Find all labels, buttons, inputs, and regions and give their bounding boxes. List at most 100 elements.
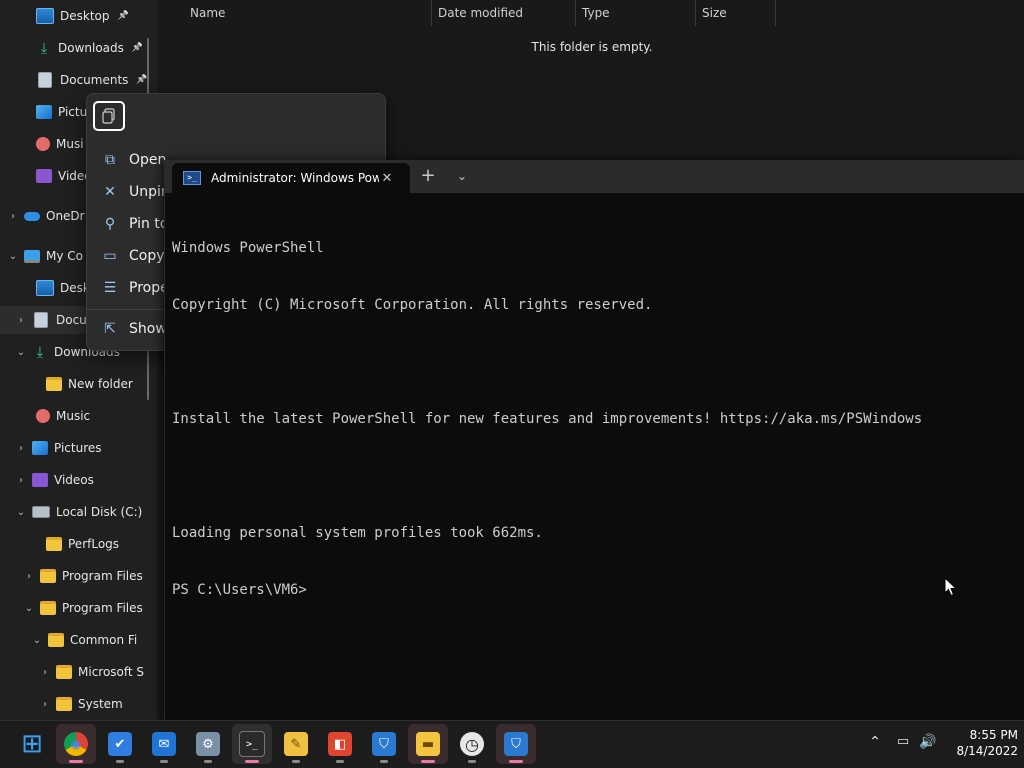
desktop-icon bbox=[36, 8, 54, 24]
running-indicator bbox=[509, 760, 523, 763]
taskbar: ⌃ ▭ 🔊 8:55 PM 8/14/2022 ⊞ ◉ ✔ ✉ ⚙ >_ ✎ ◧ ⛉ ▬ ◷ ⛉ bbox=[0, 720, 1024, 768]
chrome-icon: ◉ bbox=[64, 732, 88, 756]
folder-icon bbox=[56, 665, 72, 679]
nav-item-videos[interactable]: › Videos bbox=[0, 466, 158, 494]
expand-chevron-icon[interactable]: › bbox=[16, 475, 26, 486]
pin-icon: ⚲ bbox=[104, 216, 116, 232]
terminal-tab[interactable]: >_ Administrator: Windows PowerShell ✕ bbox=[172, 163, 410, 193]
taskbar-mail[interactable]: ✉ bbox=[144, 724, 184, 764]
terminal-line: Loading personal system profiles took 66… bbox=[172, 525, 543, 541]
more-options-icon: ⇱ bbox=[104, 321, 116, 337]
nav-item-label: Musi bbox=[56, 137, 84, 151]
taskbar-clock-app[interactable]: ◷ bbox=[452, 724, 492, 764]
nav-item-label: Common Fi bbox=[70, 633, 138, 647]
column-date-modified[interactable]: Date modified bbox=[432, 0, 576, 26]
terminal-output[interactable]: Windows PowerShell Copyright (C) Microso… bbox=[172, 201, 1012, 638]
copy-path-icon: ▭ bbox=[103, 248, 117, 264]
collapse-chevron-icon[interactable]: ⌄ bbox=[8, 251, 18, 262]
expand-chevron-icon[interactable]: › bbox=[8, 211, 18, 222]
nav-item-label: Videos bbox=[54, 473, 94, 487]
empty-folder-message: This folder is empty. bbox=[531, 40, 653, 54]
running-indicator bbox=[204, 760, 212, 763]
onedrive-icon bbox=[24, 211, 40, 221]
mouse-pointer-icon bbox=[944, 577, 958, 597]
open-new-window-icon: ⧉ bbox=[105, 152, 115, 168]
nav-item-music[interactable]: Music bbox=[0, 402, 158, 430]
collapse-chevron-icon[interactable]: ⌄ bbox=[16, 507, 26, 518]
nav-item-perflogs[interactable]: PerfLogs bbox=[0, 530, 158, 558]
taskbar-security-shield[interactable]: ⛉ bbox=[364, 724, 404, 764]
mail-icon: ✉ bbox=[152, 732, 176, 756]
nav-item-program-files[interactable]: › Program Files bbox=[0, 562, 158, 590]
clock-icon: ◷ bbox=[460, 732, 484, 756]
close-tab-button[interactable]: ✕ bbox=[379, 171, 395, 186]
taskbar-settings[interactable]: ⚙ bbox=[188, 724, 228, 764]
nav-item-microsoft-s[interactable]: › Microsoft S bbox=[0, 658, 158, 686]
nav-item-label: Music bbox=[56, 409, 91, 423]
running-indicator bbox=[245, 760, 259, 763]
nav-item-label: Program Files bbox=[62, 601, 143, 615]
volume-icon[interactable]: 🔊 bbox=[918, 734, 938, 750]
collapse-chevron-icon[interactable]: ⌄ bbox=[16, 347, 26, 358]
running-indicator bbox=[468, 760, 476, 763]
nav-item-common-fi[interactable]: ⌄ Common Fi bbox=[0, 626, 158, 654]
pictures-icon bbox=[36, 105, 52, 119]
column-size[interactable]: Size bbox=[696, 0, 776, 26]
folder-icon bbox=[48, 633, 64, 647]
expand-chevron-icon[interactable]: › bbox=[24, 571, 34, 582]
running-indicator bbox=[336, 760, 344, 763]
nav-item-program-files[interactable]: ⌄ Program Files bbox=[0, 594, 158, 622]
taskbar-todo[interactable]: ✔ bbox=[100, 724, 140, 764]
shield-icon: ⛉ bbox=[372, 732, 396, 756]
menu-item-label: Prope bbox=[129, 280, 169, 296]
show-hidden-icons-button[interactable]: ⌃ bbox=[866, 734, 884, 750]
taskbar-start-button[interactable]: ⊞ bbox=[12, 724, 52, 764]
taskbar-file-explorer-notes[interactable]: ✎ bbox=[276, 724, 316, 764]
column-type[interactable]: Type bbox=[576, 0, 696, 26]
nav-item-label: Documents bbox=[60, 73, 129, 87]
network-icon[interactable]: ▭ bbox=[894, 734, 912, 749]
file-list-header: Name Date modified Type Size ⌃ bbox=[160, 0, 780, 26]
music-icon bbox=[36, 409, 50, 423]
new-tab-button[interactable]: + bbox=[418, 166, 438, 186]
nav-item-system[interactable]: › System bbox=[0, 690, 158, 718]
running-indicator bbox=[421, 760, 435, 763]
nav-item-label: Program Files bbox=[62, 569, 143, 583]
expand-chevron-icon[interactable]: › bbox=[40, 699, 50, 710]
folder-icon bbox=[46, 537, 62, 551]
terminal-line: Copyright (C) Microsoft Corporation. All… bbox=[172, 297, 653, 313]
taskbar-file-explorer[interactable]: ▬ bbox=[408, 724, 448, 764]
system-clock[interactable]: 8:55 PM 8/14/2022 bbox=[940, 727, 1018, 759]
running-indicator bbox=[69, 760, 83, 763]
office-icon: ◧ bbox=[328, 732, 352, 756]
tab-dropdown-button[interactable]: ⌄ bbox=[452, 166, 472, 186]
sort-ascending-icon: ⌃ bbox=[303, 0, 311, 5]
expand-chevron-icon[interactable]: › bbox=[16, 443, 26, 454]
expand-chevron-icon[interactable]: › bbox=[16, 315, 26, 326]
nav-item-desktop[interactable]: Desktop 📌 bbox=[0, 2, 158, 30]
nav-item-new-folder[interactable]: New folder bbox=[0, 370, 158, 398]
clock-time: 8:55 PM bbox=[969, 728, 1018, 742]
menu-item-label: Copy bbox=[129, 248, 165, 264]
taskbar-uac-shield[interactable]: ⛉ bbox=[496, 724, 536, 764]
taskbar-terminal[interactable]: >_ bbox=[232, 724, 272, 764]
collapse-chevron-icon[interactable]: ⌄ bbox=[32, 635, 42, 646]
taskbar-chrome[interactable]: ◉ bbox=[56, 724, 96, 764]
expand-chevron-icon[interactable]: › bbox=[40, 667, 50, 678]
desktop-icon bbox=[36, 280, 54, 296]
copy-icon bbox=[102, 108, 115, 124]
copy-quick-action-button[interactable] bbox=[93, 101, 125, 131]
terminal-titlebar[interactable]: >_ Administrator: Windows PowerShell ✕ +… bbox=[164, 160, 1024, 193]
nav-item-label: Pictures bbox=[54, 441, 102, 455]
collapse-chevron-icon[interactable]: ⌄ bbox=[24, 603, 34, 614]
nav-item-pictures[interactable]: › Pictures bbox=[0, 434, 158, 462]
running-indicator bbox=[292, 760, 300, 763]
nav-item-label: Local Disk (C:) bbox=[56, 505, 143, 519]
shield-icon: ⛉ bbox=[504, 732, 528, 756]
nav-item-local-disk-c[interactable]: ⌄ Local Disk (C:) bbox=[0, 498, 158, 526]
nav-item-documents[interactable]: Documents 📌 bbox=[0, 66, 158, 94]
taskbar-office[interactable]: ◧ bbox=[320, 724, 360, 764]
pinned-icon: 📌 bbox=[117, 11, 129, 21]
